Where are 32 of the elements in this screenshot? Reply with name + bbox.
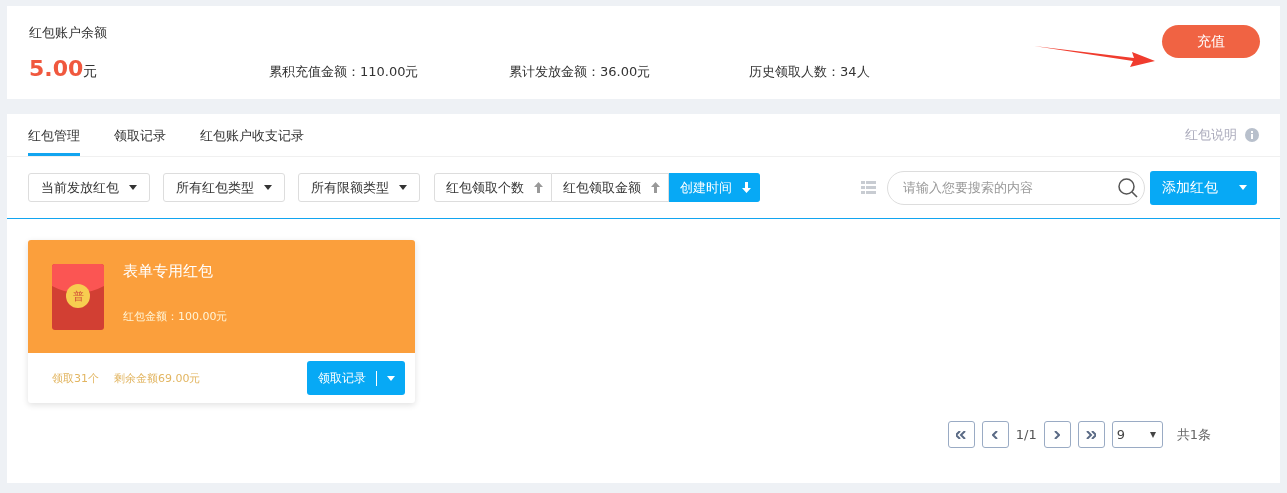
account-title: 红包账户余额 [29, 24, 108, 42]
envelope-icon [52, 263, 104, 330]
card-amount: 红包金额：100.00元 [123, 308, 228, 324]
stat-text: 累积充值金额：110.00元 [269, 63, 420, 81]
previous-page-button[interactable] [981, 421, 1009, 448]
chevron-right-icon [1054, 430, 1061, 439]
search-icon[interactable] [1118, 177, 1138, 198]
claimed-count: 领取31个 [52, 370, 99, 386]
search-field[interactable]: 请输入您要搜索的内容 [887, 170, 1145, 205]
balance-amount: 5.00元 [29, 56, 99, 81]
stat-text: 历史领取人数：34人 [749, 63, 871, 81]
double-chevron-right-icon [1086, 430, 1097, 439]
info-icon [1245, 128, 1259, 142]
stat-text: 累计发放金额：36.00元 [509, 63, 652, 81]
next-page-button[interactable] [1043, 421, 1071, 448]
total-count: 共1条 [1176, 425, 1211, 444]
chevron-left-icon [992, 430, 999, 439]
page-size-select[interactable]: 9 [1111, 421, 1163, 448]
card-title: 表单专用红包 [123, 261, 214, 281]
filter-dropdown[interactable]: 当前发放红包 [28, 173, 150, 202]
tab[interactable]: 领取记录 [114, 114, 166, 156]
filter-dropdown[interactable]: 所有限额类型 [298, 173, 420, 202]
sort-button[interactable]: 红包领取个数 [434, 173, 552, 202]
tab[interactable]: 红包账户收支记录 [200, 114, 304, 156]
sort-button[interactable]: 红包领取金额 [552, 173, 669, 202]
first-page-button[interactable] [947, 421, 975, 448]
tab[interactable]: 红包管理 [28, 114, 80, 156]
double-chevron-left-icon [956, 430, 967, 439]
filter-dropdown[interactable]: 所有红包类型 [163, 173, 285, 202]
page-indicator: 1/1 [1015, 427, 1037, 442]
remaining-amount: 剩余金额69.00元 [114, 370, 201, 386]
last-page-button[interactable] [1077, 421, 1105, 448]
